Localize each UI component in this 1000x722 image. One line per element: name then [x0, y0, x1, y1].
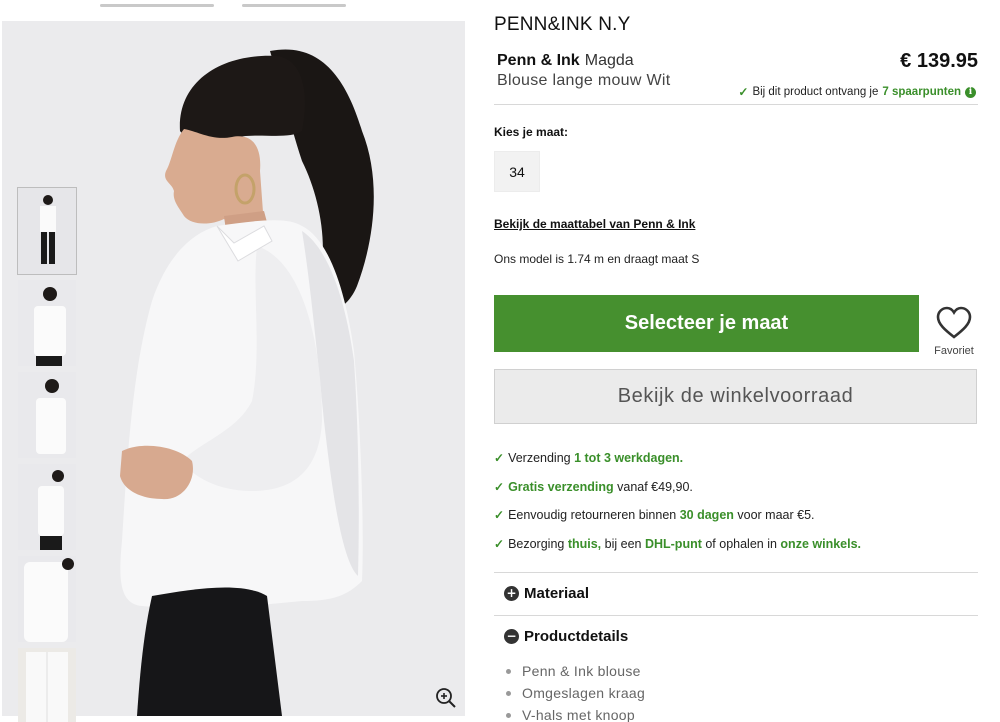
top-strip-segment	[242, 4, 346, 7]
size-option-34[interactable]: 34	[494, 151, 540, 192]
thumbnail-5[interactable]	[18, 556, 76, 642]
usp-item: ✓ Gratis verzending vanaf €49,90.	[494, 480, 693, 494]
usp-item: ✓ Eenvoudig retourneren binnen 30 dagen …	[494, 508, 815, 522]
thumbnail-2[interactable]	[18, 280, 76, 366]
store-stock-button[interactable]: Bekijk de winkelvoorraad	[494, 369, 977, 424]
heart-icon	[936, 306, 972, 339]
check-icon: ✓	[738, 85, 749, 99]
usp-text: Gratis verzending vanaf €49,90.	[508, 480, 693, 494]
list-item: Omgeslagen kraag	[506, 682, 645, 704]
plus-circle-icon: +	[504, 585, 519, 601]
usp-item: ✓ Verzending 1 tot 3 werkdagen.	[494, 451, 683, 465]
accordion-title: Productdetails	[524, 627, 629, 645]
select-size-button[interactable]: Selecteer je maat	[494, 295, 919, 352]
points-highlight: 7 spaarpunten	[882, 86, 961, 98]
usp-item: ✓ Bezorging thuis, bij een DHL-punt of o…	[494, 537, 861, 551]
list-item: V-hals met knoop	[506, 704, 645, 722]
thumbnail-1[interactable]	[17, 187, 77, 275]
check-icon: ✓	[494, 508, 505, 522]
product-subtitle: Blouse lange mouw Wit	[497, 72, 671, 89]
thumbnail-3[interactable]	[18, 372, 76, 458]
thumbnail-list	[17, 187, 77, 722]
product-brand: Penn & Ink	[497, 52, 580, 69]
points-prefix: Bij dit product ontvang je	[752, 86, 879, 98]
accordion-materiaal[interactable]: + Materiaal	[494, 572, 978, 614]
model-info: Ons model is 1.74 m en draagt maat S	[494, 252, 700, 266]
minus-circle-icon: −	[504, 628, 519, 644]
favorite-label: Favoriet	[934, 345, 974, 357]
usp-text: Bezorging thuis, bij een DHL-punt of oph…	[508, 537, 862, 551]
brand-logo[interactable]: PENN&INK N.Y	[494, 14, 631, 36]
divider	[494, 104, 978, 105]
product-model: Magda	[584, 52, 634, 69]
size-table-link[interactable]: Bekijk de maattabel van Penn & Ink	[494, 217, 695, 231]
thumbnail-4[interactable]	[18, 464, 76, 550]
zoom-in-icon[interactable]	[434, 686, 458, 710]
usp-text: Eenvoudig retourneren binnen 30 dagen vo…	[508, 508, 815, 522]
size-label: Kies je maat:	[494, 125, 569, 139]
favorite-button[interactable]: Favoriet	[930, 306, 978, 357]
check-icon: ✓	[494, 451, 505, 465]
check-icon: ✓	[494, 537, 505, 551]
top-strip-segment	[100, 4, 214, 7]
accordion-productdetails[interactable]: − Productdetails	[494, 615, 978, 657]
accordion-title: Materiaal	[524, 584, 590, 602]
loyalty-points: ✓ Bij dit product ontvang je 7 spaarpunt…	[738, 85, 976, 99]
list-item: Penn & Ink blouse	[506, 660, 645, 682]
usp-text: Verzending 1 tot 3 werkdagen.	[508, 451, 684, 465]
check-icon: ✓	[494, 480, 505, 494]
product-details-list: Penn & Ink blouse Omgeslagen kraag V-hal…	[506, 660, 645, 722]
thumbnail-6[interactable]	[18, 648, 76, 722]
product-price: € 139.95	[900, 50, 978, 72]
info-icon[interactable]: i	[965, 86, 976, 98]
gallery-top-strip	[0, 0, 466, 10]
